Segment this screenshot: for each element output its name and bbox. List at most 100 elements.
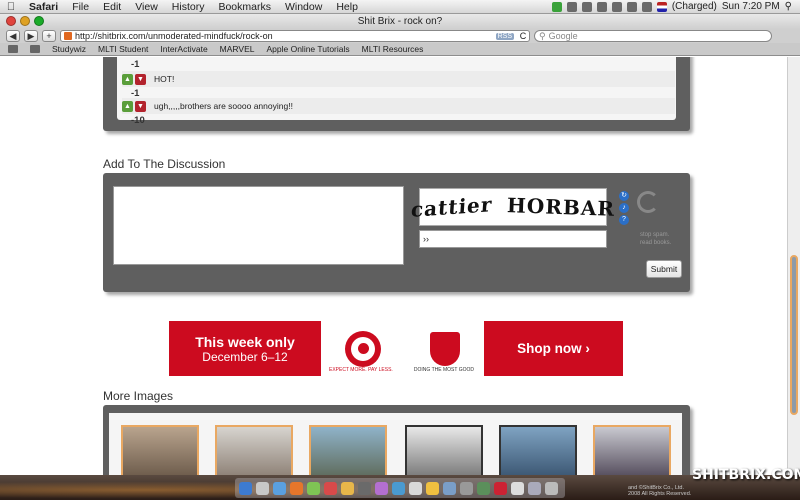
- battery-status[interactable]: (Charged): [672, 1, 717, 12]
- rss-button[interactable]: RSS: [495, 32, 514, 40]
- browser-toolbar: ◀ ▶ + http://shitbrix.com/unmoderated-mi…: [0, 29, 800, 43]
- image-thumbnail[interactable]: [309, 425, 387, 475]
- app-icon[interactable]: [477, 481, 490, 495]
- bookmark-interactivate[interactable]: InterActivate: [160, 44, 207, 54]
- image-thumbnail[interactable]: [593, 425, 671, 475]
- url-text[interactable]: http://shitbrix.com/unmoderated-mindfuck…: [75, 31, 493, 41]
- forward-button[interactable]: ▶: [24, 30, 38, 42]
- textedit-icon[interactable]: [409, 481, 422, 495]
- display-icon[interactable]: [626, 1, 637, 12]
- thumbs-down-icon[interactable]: ▼: [135, 73, 146, 85]
- address-bar[interactable]: http://shitbrix.com/unmoderated-mindfuck…: [60, 30, 530, 42]
- add-discussion-title: Add To The Discussion: [103, 157, 226, 171]
- menu-clock[interactable]: Sun 7:20 PM: [722, 1, 780, 12]
- ichat-icon[interactable]: [307, 481, 320, 495]
- captcha-input[interactable]: ››: [419, 230, 607, 248]
- bookmark-marvel[interactable]: MARVEL: [220, 44, 255, 54]
- close-icon[interactable]: [6, 16, 16, 26]
- thumbs-up-icon[interactable]: ▲: [122, 100, 133, 112]
- recaptcha-logo: [637, 191, 687, 221]
- window-title: Shit Brix - rock on?: [357, 16, 443, 27]
- menu-window[interactable]: Window: [278, 0, 329, 14]
- help-icon[interactable]: ?: [619, 215, 629, 225]
- status-app-icon[interactable]: [551, 1, 562, 12]
- ad-headline-block: This week only December 6–12: [169, 321, 321, 376]
- comment-textarea[interactable]: [113, 186, 404, 265]
- search-icon: ⚲: [539, 30, 546, 41]
- trash-icon[interactable]: [545, 481, 558, 495]
- downloads-stack-icon[interactable]: [528, 481, 541, 495]
- menu-view[interactable]: View: [128, 0, 165, 14]
- menu-file[interactable]: File: [65, 0, 96, 14]
- bookmark-mlti-resources[interactable]: MLTI Resources: [362, 44, 424, 54]
- firefox-icon[interactable]: [290, 481, 303, 495]
- comment-row: ▲ ▼ HOT!: [122, 71, 675, 87]
- image-thumbnail[interactable]: [405, 425, 483, 475]
- captcha-word: cattier: [410, 192, 494, 222]
- search-field[interactable]: ⚲ Google: [534, 30, 772, 42]
- salvation-tagline: DOING THE MOST GOOD: [413, 367, 474, 373]
- dashboard-icon[interactable]: [256, 481, 269, 495]
- target-logo-icon: [345, 330, 382, 367]
- menu-history[interactable]: History: [165, 0, 212, 14]
- time-machine-icon[interactable]: [596, 1, 607, 12]
- scrollbar-thumb[interactable]: [790, 255, 798, 415]
- system-preferences-icon[interactable]: [460, 481, 473, 495]
- page-scrollbar[interactable]: [787, 57, 800, 475]
- apple-menu-icon[interactable]: : [0, 1, 22, 13]
- volume-icon[interactable]: [641, 1, 652, 12]
- target-tagline: EXPECT MORE. PAY LESS.: [329, 367, 393, 373]
- bookmark-apple-online-tutorials[interactable]: Apple Online Tutorials: [266, 44, 349, 54]
- captcha-word: HORBAR: [506, 193, 616, 221]
- more-images-panel: [103, 405, 690, 475]
- itunes-icon[interactable]: [324, 481, 337, 495]
- safari-icon[interactable]: [273, 481, 286, 495]
- menu-safari[interactable]: Safari: [22, 0, 65, 14]
- wallpaper-credit: and ©ShitBrix Co., Ltd. 2008 All Rights …: [628, 485, 691, 497]
- iphoto-icon[interactable]: [341, 481, 354, 495]
- menu-help[interactable]: Help: [329, 0, 365, 14]
- input-flag-icon[interactable]: [656, 1, 667, 12]
- wallpaper-credit-line: 2008 All Rights Reserved.: [628, 491, 692, 497]
- minimize-icon[interactable]: [20, 16, 30, 26]
- reload-icon[interactable]: C: [517, 31, 529, 41]
- captcha-tagline-line: stop spam.: [640, 232, 670, 238]
- app-icon[interactable]: [494, 481, 507, 495]
- image-thumbnail[interactable]: [215, 425, 293, 475]
- submit-button[interactable]: Submit: [646, 260, 682, 278]
- image-thumbnail[interactable]: [121, 425, 199, 475]
- iweb-icon[interactable]: [392, 481, 405, 495]
- script-icon[interactable]: [566, 1, 577, 12]
- audio-icon[interactable]: ♪: [619, 203, 629, 213]
- image-thumbnail[interactable]: [499, 425, 577, 475]
- captcha-tagline: stop spam. read books.: [640, 231, 671, 247]
- wifi-icon[interactable]: [611, 1, 622, 12]
- menu-bar:  Safari File Edit View History Bookmark…: [0, 0, 800, 14]
- preview-icon[interactable]: [443, 481, 456, 495]
- bookmark-studywiz[interactable]: Studywiz: [52, 44, 86, 54]
- bluetooth-icon[interactable]: [581, 1, 592, 12]
- zoom-icon[interactable]: [34, 16, 44, 26]
- documents-stack-icon[interactable]: [511, 481, 524, 495]
- menu-bookmarks[interactable]: Bookmarks: [211, 0, 278, 14]
- ad-shop-now[interactable]: Shop now ›: [484, 321, 623, 376]
- image-grid: [109, 413, 682, 475]
- refresh-icon[interactable]: ↻: [619, 191, 629, 201]
- ad-headline: This week only: [195, 333, 295, 350]
- garageband-icon[interactable]: [375, 481, 388, 495]
- thumbs-up-icon[interactable]: ▲: [122, 73, 133, 85]
- imovie-icon[interactable]: [358, 481, 371, 495]
- comment-score: -10: [131, 115, 145, 126]
- spotlight-icon[interactable]: ⚲: [785, 1, 792, 12]
- back-button[interactable]: ◀: [6, 30, 20, 42]
- add-bookmark-button[interactable]: +: [42, 30, 56, 42]
- top-sites-grid-icon[interactable]: [30, 45, 40, 53]
- bookmarks-book-icon[interactable]: [8, 45, 18, 53]
- thumbs-down-icon[interactable]: ▼: [135, 100, 146, 112]
- ad-banner[interactable]: This week only December 6–12 EXPECT MORE…: [169, 321, 623, 376]
- finder-icon[interactable]: [239, 481, 252, 495]
- menu-edit[interactable]: Edit: [96, 0, 128, 14]
- bookmark-mlti-student[interactable]: MLTI Student: [98, 44, 148, 54]
- recaptcha-ring-icon: [637, 191, 659, 213]
- stickies-icon[interactable]: [426, 481, 439, 495]
